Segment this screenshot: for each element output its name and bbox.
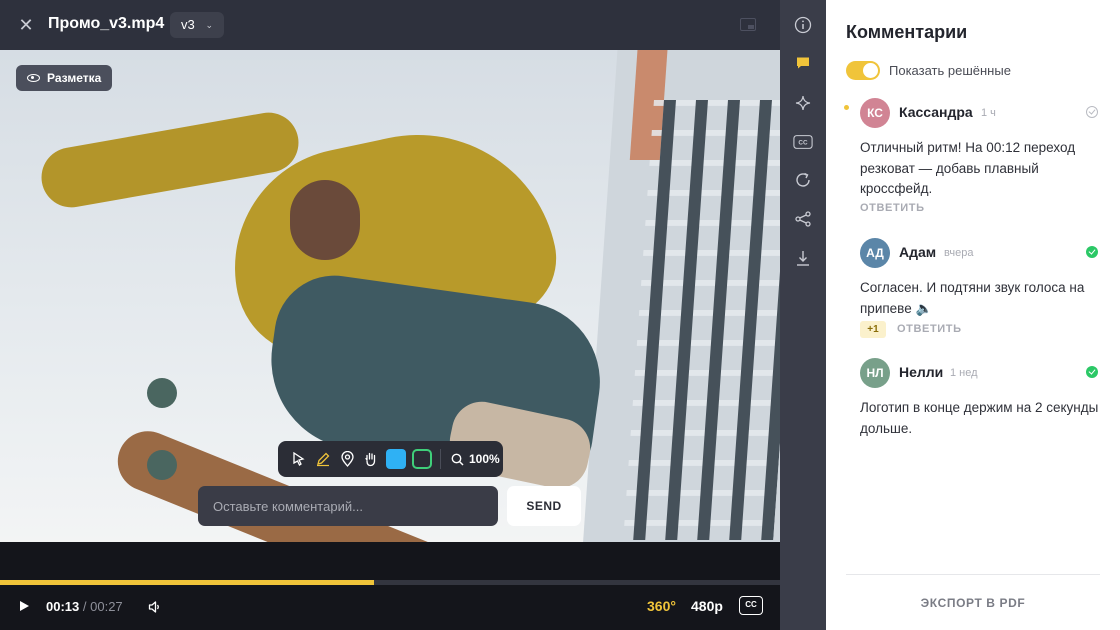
panel-title: Комментарии <box>846 22 968 42</box>
resolve-check-icon[interactable] <box>1086 106 1098 118</box>
refresh-icon <box>796 172 810 187</box>
comment-time: вчера <box>944 247 974 259</box>
reply-link[interactable]: ОТВЕТИТЬ <box>860 202 925 214</box>
play-icon[interactable] <box>20 601 29 611</box>
show-resolved-label: Показать решённые <box>889 63 1011 78</box>
info-icon <box>794 16 812 34</box>
pencil-icon <box>317 452 330 467</box>
map-pin-icon <box>340 451 354 467</box>
avatar: КС <box>860 98 890 128</box>
rail-refresh-button[interactable] <box>793 170 813 190</box>
scene-wheel <box>147 378 177 408</box>
share-icon <box>795 211 811 227</box>
unread-indicator <box>844 105 849 110</box>
version-label: v3 <box>181 17 195 32</box>
zoom-level: 100% <box>469 452 500 466</box>
download-icon <box>797 251 809 266</box>
reaction-badge[interactable]: +1 <box>860 321 886 338</box>
rail-sparkle-button[interactable] <box>793 93 813 113</box>
comments-icon <box>797 57 809 69</box>
annotation-toolbar: 100% <box>278 441 503 477</box>
rail-share-button[interactable] <box>793 209 813 229</box>
scene-wheel <box>147 450 177 480</box>
video-player: ✕ Промо_v3.mp4 v3 ⌄ Разметка 100% Оставь… <box>0 0 780 630</box>
rail-comments-button[interactable] <box>793 53 813 73</box>
svg-text:CC: CC <box>798 140 808 147</box>
picture-in-picture-icon[interactable] <box>740 18 756 31</box>
zoom-icon <box>451 453 464 466</box>
controls-backdrop <box>0 542 780 580</box>
reply-link[interactable]: ОТВЕТИТЬ <box>897 323 962 335</box>
rail-download-button[interactable] <box>793 248 813 268</box>
avatar: АД <box>860 238 890 268</box>
comment-input[interactable] <box>198 486 498 526</box>
comment-author: Кассандра <box>899 104 973 120</box>
scene-building-windows <box>623 100 780 540</box>
panel-divider <box>846 574 1100 575</box>
outline-color-swatch[interactable] <box>412 449 432 469</box>
comments-panel: Комментарии Показать решённые КС Кассанд… <box>826 0 1120 630</box>
360-mode-toggle[interactable]: 360° <box>647 598 676 614</box>
version-dropdown[interactable]: v3 ⌄ <box>170 12 224 38</box>
chevron-down-icon: ⌄ <box>205 20 213 30</box>
comment-time: 1 ч <box>981 107 996 119</box>
resolved-check-icon[interactable] <box>1086 246 1098 258</box>
hand-tool[interactable] <box>362 450 380 468</box>
toolbar-divider <box>440 449 441 469</box>
total-time: 00:27 <box>90 599 123 614</box>
comment-text: Логотип в конце держим на 2 секунды доль… <box>860 400 1099 436</box>
tool-rail: CC <box>780 0 826 630</box>
player-topbar: ✕ Промо_v3.mp4 v3 ⌄ <box>0 0 780 50</box>
captions-button[interactable]: CC <box>739 596 763 615</box>
current-time: 00:13 <box>46 599 80 614</box>
comment-text: Согласен. И подтяни звук голоса на припе… <box>860 280 1085 316</box>
sparkle-icon <box>795 95 811 111</box>
markup-toggle-button[interactable]: Разметка <box>16 65 113 91</box>
cc-icon: CC <box>793 135 813 149</box>
quality-selector[interactable]: 480p <box>691 598 723 614</box>
eye-icon <box>27 74 40 82</box>
comment-author: Адам <box>899 244 937 260</box>
file-title: Промо_v3.mp4 <box>48 15 165 32</box>
cursor-arrow-icon <box>293 452 305 466</box>
send-button[interactable]: SEND <box>507 486 581 526</box>
rail-info-button[interactable] <box>793 15 813 35</box>
scene-skater-head <box>290 180 360 260</box>
close-icon: ✕ <box>18 15 34 35</box>
time-separator: / <box>82 599 87 614</box>
rail-cc-button[interactable]: CC <box>793 132 813 152</box>
comment-text: Отличный ритм! На 00:12 переход резковат… <box>860 140 1076 196</box>
video-frame[interactable]: Разметка 100% SEND <box>0 50 780 542</box>
scene-building <box>581 50 780 542</box>
fill-color-swatch[interactable] <box>386 449 406 469</box>
pointer-tool[interactable] <box>290 450 308 468</box>
playback-controls: 00:13 / 00:27 360° 480p CC <box>0 585 780 630</box>
avatar: НЛ <box>860 358 890 388</box>
time-display: 00:13 / 00:27 <box>46 599 123 614</box>
hand-icon <box>365 452 376 467</box>
comment-author: Нелли <box>899 364 944 380</box>
pin-tool[interactable] <box>338 450 356 468</box>
close-button[interactable]: ✕ <box>15 14 37 36</box>
pencil-tool[interactable] <box>314 450 332 468</box>
comment-time: 1 нед <box>950 367 978 379</box>
export-pdf-button[interactable]: ЭКСПОРТ В PDF <box>846 596 1100 610</box>
resolved-check-icon[interactable] <box>1086 366 1098 378</box>
volume-icon[interactable] <box>148 600 162 614</box>
show-resolved-toggle[interactable] <box>846 61 880 80</box>
zoom-control[interactable]: 100% <box>451 452 500 466</box>
markup-label: Разметка <box>47 71 102 85</box>
